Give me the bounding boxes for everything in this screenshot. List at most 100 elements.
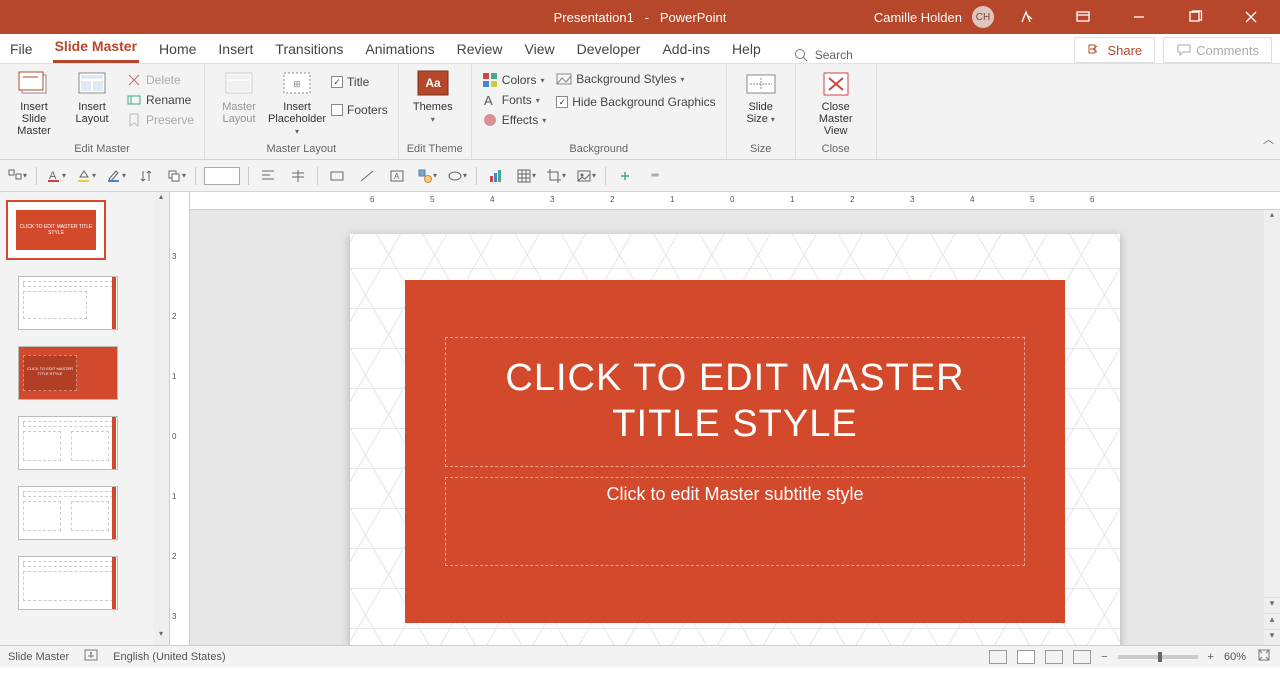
master-layout-button: Master Layout	[213, 68, 265, 127]
tab-animations[interactable]: Animations	[363, 35, 436, 63]
slide-sorter-button[interactable]	[1017, 650, 1035, 664]
tab-insert[interactable]: Insert	[216, 35, 255, 63]
footers-checkbox[interactable]: Footers	[329, 102, 390, 118]
fit-to-window-button[interactable]	[1256, 647, 1272, 666]
insert-placeholder-button[interactable]: ⊞ Insert Placeholder ▾	[271, 68, 323, 139]
insert-slide-master-button[interactable]: Insert Slide Master	[8, 68, 60, 139]
thumb-layout-3[interactable]	[18, 416, 118, 470]
coming-soon-icon[interactable]	[1004, 0, 1050, 34]
shapes-gallery-button[interactable]: ▾	[416, 165, 438, 187]
rectangle-shape-button[interactable]	[326, 165, 348, 187]
text-box-button[interactable]: A	[386, 165, 408, 187]
oval-shape-button[interactable]: ▾	[446, 165, 468, 187]
thumbnail-panel: CLICK TO EDIT MASTER TITLESTYLE CLICK TO…	[0, 192, 170, 645]
normal-view-button[interactable]	[989, 650, 1007, 664]
scroll-down-icon[interactable]: ▾	[1264, 597, 1280, 613]
tab-transitions[interactable]: Transitions	[273, 35, 345, 63]
comments-button[interactable]: Comments	[1163, 37, 1272, 63]
prev-slide-icon[interactable]: ▴	[1264, 613, 1280, 629]
master-subtitle-placeholder[interactable]: Click to edit Master subtitle style	[445, 477, 1025, 566]
align-center-v-button[interactable]	[287, 165, 309, 187]
accessibility-icon[interactable]	[83, 647, 99, 666]
background-styles-button[interactable]: Background Styles▾	[554, 70, 717, 88]
zoom-level[interactable]: 60%	[1224, 651, 1246, 663]
colors-button[interactable]: Colors▾	[480, 71, 548, 89]
slideshow-button[interactable]	[1073, 650, 1091, 664]
fonts-label: Fonts	[502, 93, 532, 107]
status-view[interactable]: Slide Master	[8, 651, 69, 663]
user-name[interactable]: Camille Holden	[874, 10, 962, 25]
thumb-layout-1[interactable]	[18, 276, 118, 330]
preserve-button[interactable]: Preserve	[124, 111, 196, 129]
group-edit-master: Insert Slide Master Insert Layout Delete…	[0, 64, 205, 159]
effects-button[interactable]: Effects▾	[480, 111, 548, 129]
close-master-label: Close Master View	[808, 101, 864, 137]
tab-help[interactable]: Help	[730, 35, 763, 63]
thumb-layout-2[interactable]: CLICK TO EDIT MASTERTITLE STYLE	[18, 346, 118, 400]
tab-home[interactable]: Home	[157, 35, 198, 63]
themes-button[interactable]: Aa Themes▾	[407, 68, 459, 127]
close-master-view-button[interactable]: Close Master View	[804, 68, 868, 139]
outline-color-button[interactable]: ▾	[105, 165, 127, 187]
thumb-master[interactable]: CLICK TO EDIT MASTER TITLESTYLE	[6, 200, 106, 260]
scroll-up-icon[interactable]: ▴	[1264, 210, 1280, 226]
chevron-down-icon: ▾	[771, 115, 775, 124]
ribbon-display-icon[interactable]	[1060, 0, 1106, 34]
table-button[interactable]: ▾	[515, 165, 537, 187]
crop-button[interactable]: ▾	[545, 165, 567, 187]
scroll-up-icon[interactable]: ▴	[153, 192, 169, 208]
slide-canvas[interactable]: CLICK TO EDIT MASTER TITLE STYLE Click t…	[350, 234, 1120, 645]
align-left-button[interactable]	[257, 165, 279, 187]
reading-view-button[interactable]	[1045, 650, 1063, 664]
overflow-button[interactable]: ═	[644, 165, 666, 187]
canvas-scrollbar[interactable]: ▴ ▾ ▴ ▾	[1264, 210, 1280, 645]
app-name: PowerPoint	[660, 10, 726, 25]
delete-button[interactable]: Delete	[124, 71, 196, 89]
tab-addins[interactable]: Add-ins	[660, 35, 711, 63]
fonts-button[interactable]: AFonts▾	[480, 91, 548, 109]
tab-review[interactable]: Review	[455, 35, 505, 63]
maximize-button[interactable]	[1172, 0, 1218, 34]
more-button[interactable]	[614, 165, 636, 187]
thumb-layout-4[interactable]	[18, 486, 118, 540]
master-title-placeholder[interactable]: CLICK TO EDIT MASTER TITLE STYLE	[445, 337, 1025, 466]
fill-color-button[interactable]: ▾	[75, 165, 97, 187]
thumb-layout-5[interactable]	[18, 556, 118, 610]
tab-view[interactable]: View	[523, 35, 557, 63]
align-objects-button[interactable]: ▾	[6, 165, 28, 187]
slide-size-button[interactable]: Slide Size ▾	[735, 68, 787, 127]
minimize-button[interactable]	[1116, 0, 1162, 34]
sort-button[interactable]	[135, 165, 157, 187]
picture-button[interactable]: ▾	[575, 165, 597, 187]
group-background: Colors▾ AFonts▾ Effects▾ Background Styl…	[472, 64, 727, 159]
color-sample-box[interactable]	[204, 167, 240, 185]
font-color-button[interactable]: A▾	[45, 165, 67, 187]
tab-slide-master[interactable]: Slide Master	[53, 32, 139, 63]
status-language[interactable]: English (United States)	[113, 651, 226, 663]
line-shape-button[interactable]	[356, 165, 378, 187]
scroll-down-icon[interactable]: ▾	[153, 629, 169, 645]
tab-developer[interactable]: Developer	[575, 35, 643, 63]
rename-button[interactable]: Rename	[124, 91, 196, 109]
thumb-scrollbar[interactable]: ▴ ▾	[153, 192, 169, 645]
zoom-in-button[interactable]: +	[1208, 651, 1214, 663]
zoom-out-button[interactable]: −	[1101, 651, 1107, 663]
share-button[interactable]: Share	[1074, 37, 1155, 63]
arrange-button[interactable]: ▾	[165, 165, 187, 187]
chevron-down-icon: ▾	[295, 127, 299, 136]
window-title: Presentation1 - PowerPoint	[554, 10, 727, 25]
title-checkbox[interactable]: ✓Title	[329, 74, 390, 90]
tab-file[interactable]: File	[8, 35, 35, 63]
next-slide-icon[interactable]: ▾	[1264, 629, 1280, 645]
zoom-slider[interactable]	[1118, 655, 1198, 659]
hide-bg-checkbox[interactable]: ✓Hide Background Graphics	[554, 94, 717, 110]
chevron-down-icon: ▾	[536, 96, 540, 105]
close-button[interactable]	[1228, 0, 1274, 34]
insert-layout-button[interactable]: Insert Layout	[66, 68, 118, 127]
title-chk-label: Title	[347, 75, 369, 89]
collapse-ribbon-icon[interactable]: ︿	[1263, 131, 1274, 147]
avatar[interactable]: CH	[972, 6, 994, 28]
tell-me-search[interactable]: Search	[793, 47, 853, 63]
chart-button[interactable]	[485, 165, 507, 187]
bg-styles-label: Background Styles	[576, 72, 676, 86]
